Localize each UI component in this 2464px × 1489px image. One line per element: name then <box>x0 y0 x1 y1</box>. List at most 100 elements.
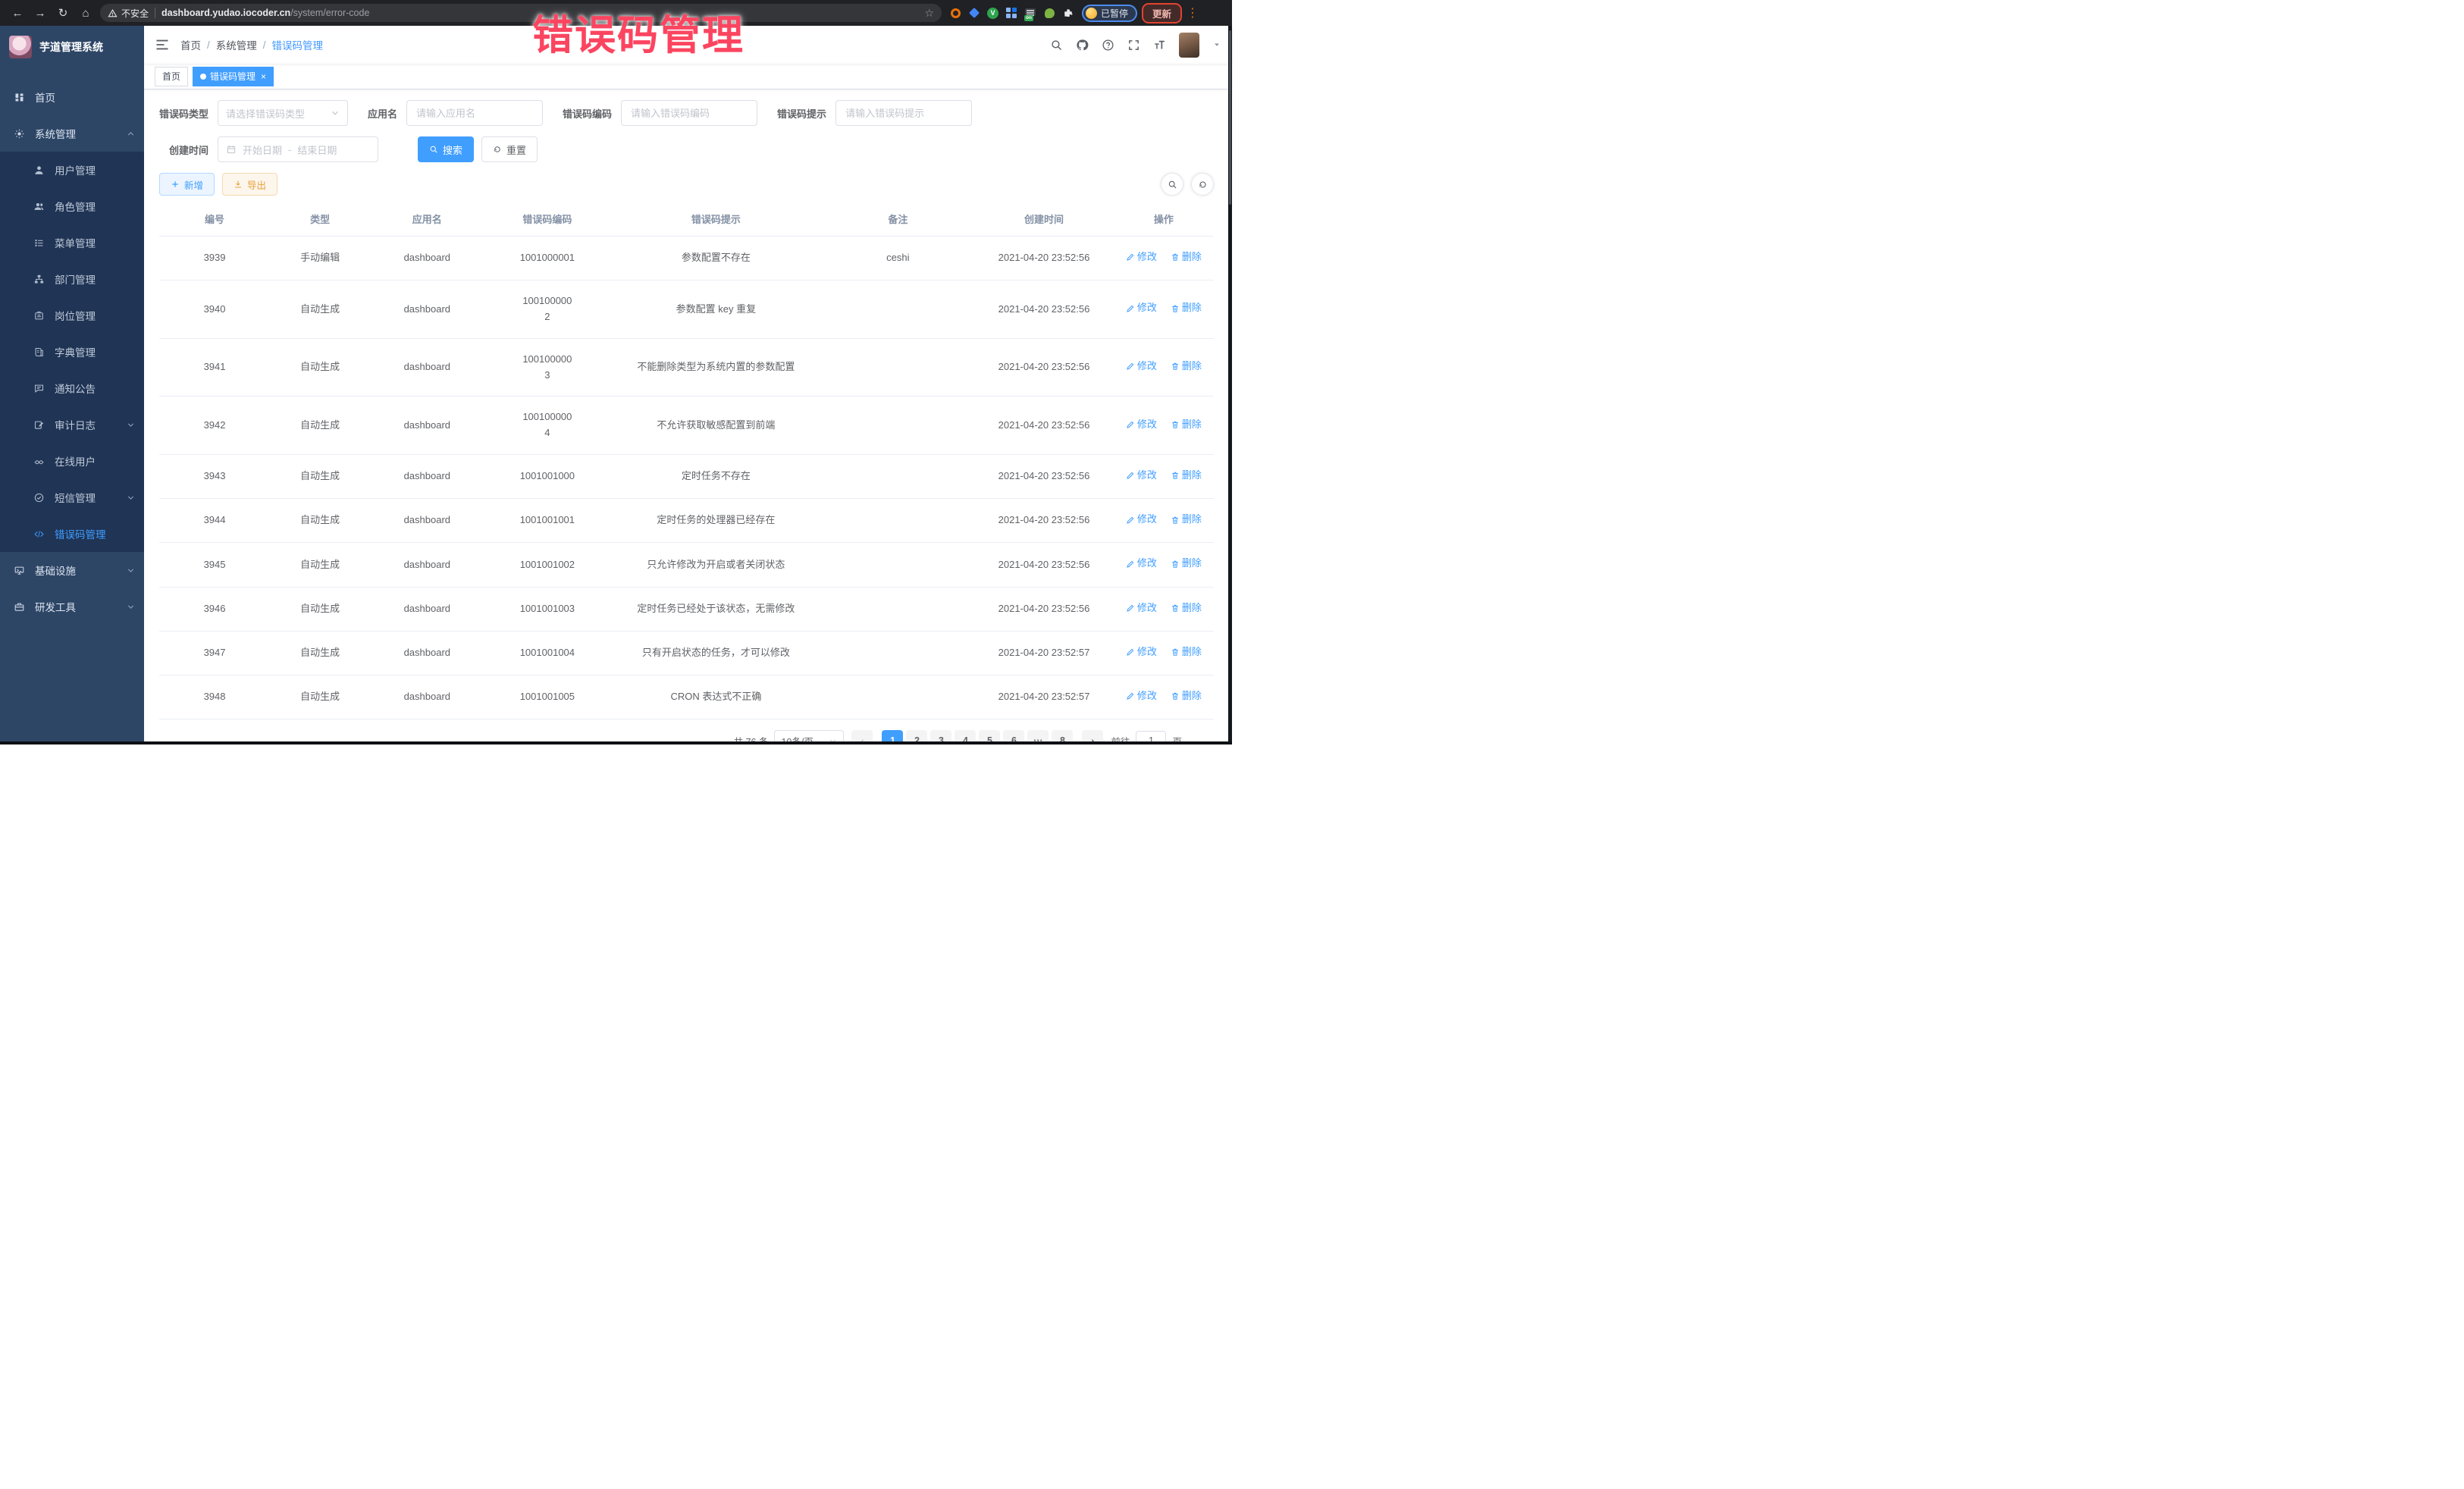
table-cell: 3942 <box>159 397 270 455</box>
search-icon[interactable] <box>1050 39 1063 52</box>
breadcrumb-home[interactable]: 首页 <box>180 37 201 52</box>
error-msg-label: 错误码提示 <box>777 106 826 121</box>
browser-update-button[interactable]: 更新 <box>1142 3 1182 24</box>
sidebar-item[interactable]: 系统管理 <box>0 115 144 152</box>
date-range-picker[interactable]: 开始日期 - 结束日期 <box>218 136 378 162</box>
trash-icon <box>1171 420 1180 429</box>
github-icon[interactable] <box>1076 39 1089 52</box>
sidebar-item[interactable]: 研发工具 <box>0 588 144 625</box>
plus-icon <box>171 180 180 189</box>
sidebar-item[interactable]: 菜单管理 <box>0 224 144 261</box>
error-msg-input[interactable] <box>835 100 972 126</box>
sidebar-item[interactable]: 在线用户 <box>0 443 144 479</box>
reset-button[interactable]: 重置 <box>481 136 538 162</box>
table-row: 3943自动生成dashboard1001001000定时任务不存在2021-0… <box>159 454 1214 498</box>
extension-list-icon[interactable]: on <box>1024 7 1036 19</box>
delete-link[interactable]: 删除 <box>1171 468 1202 484</box>
paused-extension-badge[interactable]: 已暂停 <box>1082 5 1137 22</box>
edit-link[interactable]: 修改 <box>1126 688 1157 704</box>
browser-home-button[interactable]: ⌂ <box>76 3 96 23</box>
sidebar-item[interactable]: 错误码管理 <box>0 516 144 552</box>
delete-link[interactable]: 删除 <box>1171 556 1202 572</box>
browser-forward-button[interactable]: → <box>30 3 50 23</box>
extensions-puzzle-icon[interactable] <box>1062 7 1074 19</box>
table-cell: 2021-04-20 23:52:57 <box>974 631 1114 675</box>
delete-link[interactable]: 删除 <box>1171 688 1202 704</box>
delete-link[interactable]: 删除 <box>1171 249 1202 265</box>
sidebar-item[interactable]: 基础设施 <box>0 552 144 588</box>
tag-close-icon[interactable]: × <box>261 71 266 82</box>
app-logo-row[interactable]: 芋道管理系统 <box>0 26 144 68</box>
user-avatar[interactable] <box>1179 33 1199 58</box>
tag-home[interactable]: 首页 <box>155 67 188 86</box>
sidebar-item[interactable]: 首页 <box>0 79 144 115</box>
toggle-search-button[interactable] <box>1161 173 1183 196</box>
security-chip[interactable]: 不安全 <box>108 7 149 20</box>
extension-spy-icon[interactable] <box>1043 7 1055 19</box>
table-cell: 自动生成 <box>270 631 370 675</box>
add-button[interactable]: 新增 <box>159 173 215 196</box>
table-cell: dashboard <box>370 675 484 719</box>
error-code-input[interactable] <box>621 100 757 126</box>
table-row: 3948自动生成dashboard1001001005CRON 表达式不正确20… <box>159 675 1214 719</box>
browser-menu-icon[interactable]: ⋮ <box>1187 5 1199 20</box>
table-cell-ops: 修改删除 <box>1114 543 1214 587</box>
delete-link[interactable]: 删除 <box>1171 417 1202 433</box>
hamburger-icon[interactable] <box>155 37 170 52</box>
table-cell-ops: 修改删除 <box>1114 281 1214 339</box>
sidebar-item[interactable]: 部门管理 <box>0 261 144 297</box>
edit-link[interactable]: 修改 <box>1126 556 1157 572</box>
refresh-table-button[interactable] <box>1191 173 1214 196</box>
extension-orange-icon[interactable] <box>949 7 961 19</box>
sidebar-item[interactable]: 角色管理 <box>0 188 144 224</box>
delete-link[interactable]: 删除 <box>1171 512 1202 528</box>
breadcrumb-system[interactable]: 系统管理 <box>216 37 257 52</box>
help-icon[interactable] <box>1102 39 1114 52</box>
extension-grid-icon[interactable] <box>1005 7 1017 19</box>
warning-icon <box>108 8 118 18</box>
extension-vue-icon[interactable]: V <box>987 8 998 19</box>
table-cell: 自动生成 <box>270 454 370 498</box>
tag-error-code[interactable]: 错误码管理 × <box>193 67 274 86</box>
org-tree-icon <box>33 274 45 285</box>
table-row: 3947自动生成dashboard1001001004只有开启状态的任务，才可以… <box>159 631 1214 675</box>
edit-link[interactable]: 修改 <box>1126 644 1157 660</box>
table-cell: 参数配置不存在 <box>610 237 821 281</box>
sidebar-item[interactable]: 通知公告 <box>0 370 144 406</box>
sidebar-item[interactable]: 字典管理 <box>0 334 144 370</box>
sidebar-item[interactable]: 用户管理 <box>0 152 144 188</box>
extensions-area: V on <box>946 7 1077 19</box>
sidebar-item[interactable]: 短信管理 <box>0 479 144 516</box>
app-title: 芋道管理系统 <box>39 39 103 55</box>
edit-link[interactable]: 修改 <box>1126 359 1157 375</box>
fullscreen-icon[interactable] <box>1127 39 1140 52</box>
error-type-select[interactable]: 请选择错误码类型 <box>218 100 348 126</box>
edit-link[interactable]: 修改 <box>1126 512 1157 528</box>
delete-link[interactable]: 删除 <box>1171 600 1202 616</box>
edit-link[interactable]: 修改 <box>1126 249 1157 265</box>
edit-link[interactable]: 修改 <box>1126 417 1157 433</box>
delete-link[interactable]: 删除 <box>1171 644 1202 660</box>
edit-link[interactable]: 修改 <box>1126 600 1157 616</box>
sidebar-item[interactable]: 审计日志 <box>0 406 144 443</box>
edit-link[interactable]: 修改 <box>1126 468 1157 484</box>
app-name-input[interactable] <box>406 100 543 126</box>
search-button[interactable]: 搜索 <box>418 136 474 162</box>
bookmark-star-icon[interactable]: ☆ <box>924 7 934 20</box>
browser-back-button[interactable]: ← <box>8 3 27 23</box>
sidebar-item[interactable]: 岗位管理 <box>0 297 144 334</box>
address-bar[interactable]: 不安全 dashboard.yudao.iocoder.cn/system/er… <box>100 4 942 22</box>
extension-gem-icon[interactable] <box>968 7 980 19</box>
id-badge-icon <box>33 310 45 321</box>
browser-reload-button[interactable]: ↻ <box>53 3 73 23</box>
delete-link[interactable]: 删除 <box>1171 359 1202 375</box>
delete-link[interactable]: 删除 <box>1171 300 1202 316</box>
export-button[interactable]: 导出 <box>222 173 277 196</box>
announcement-icon <box>33 383 45 394</box>
table-cell: 自动生成 <box>270 675 370 719</box>
edit-link[interactable]: 修改 <box>1126 300 1157 316</box>
caret-down-icon[interactable] <box>1212 40 1221 49</box>
browser-scrollbar[interactable] <box>1228 26 1232 744</box>
table-cell-ops: 修改删除 <box>1114 454 1214 498</box>
font-size-icon[interactable] <box>1153 39 1166 52</box>
